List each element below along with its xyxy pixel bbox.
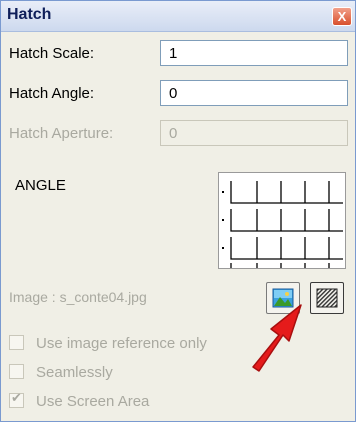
use-screen-area-option[interactable]: ✔ Use Screen Area	[9, 390, 150, 410]
hatch-aperture-input	[160, 120, 348, 146]
red-arrow-annotation-icon	[252, 304, 302, 372]
image-file-label: Image : s_conte04.jpg	[9, 289, 147, 305]
hatch-aperture-label: Hatch Aperture:	[9, 125, 114, 142]
close-icon: X	[337, 9, 347, 24]
use-screen-area-checkbox[interactable]: ✔	[9, 390, 24, 408]
seamlessly-label: Seamlessly	[36, 364, 113, 381]
use-image-reference-only-label: Use image reference only	[36, 335, 207, 352]
close-button[interactable]: X	[332, 7, 352, 26]
use-image-reference-only-option[interactable]: Use image reference only	[9, 335, 207, 352]
dialog-title: Hatch	[7, 6, 52, 23]
use-image-reference-only-checkbox[interactable]	[9, 335, 24, 350]
hatch-pattern-preview[interactable]	[218, 172, 346, 269]
seamlessly-checkbox[interactable]	[9, 364, 24, 379]
hatch-angle-label: Hatch Angle:	[9, 85, 95, 102]
hatch-angle-input[interactable]	[160, 80, 348, 106]
hatch-pattern-icon	[316, 288, 338, 308]
hatch-scale-input[interactable]	[160, 40, 348, 66]
hatch-picker-button[interactable]	[310, 282, 344, 314]
checkmark-icon: ✔	[11, 390, 22, 405]
hatch-scale-label: Hatch Scale:	[9, 45, 95, 62]
hatch-pattern-graphic	[222, 181, 343, 268]
seamlessly-option[interactable]: Seamlessly	[9, 364, 113, 381]
use-screen-area-label: Use Screen Area	[36, 393, 150, 410]
hatch-dialog: Hatch X Hatch Scale: Hatch Angle: Hatch …	[0, 0, 356, 422]
title-bar[interactable]: Hatch X	[1, 1, 355, 32]
pattern-name: ANGLE	[15, 177, 66, 194]
